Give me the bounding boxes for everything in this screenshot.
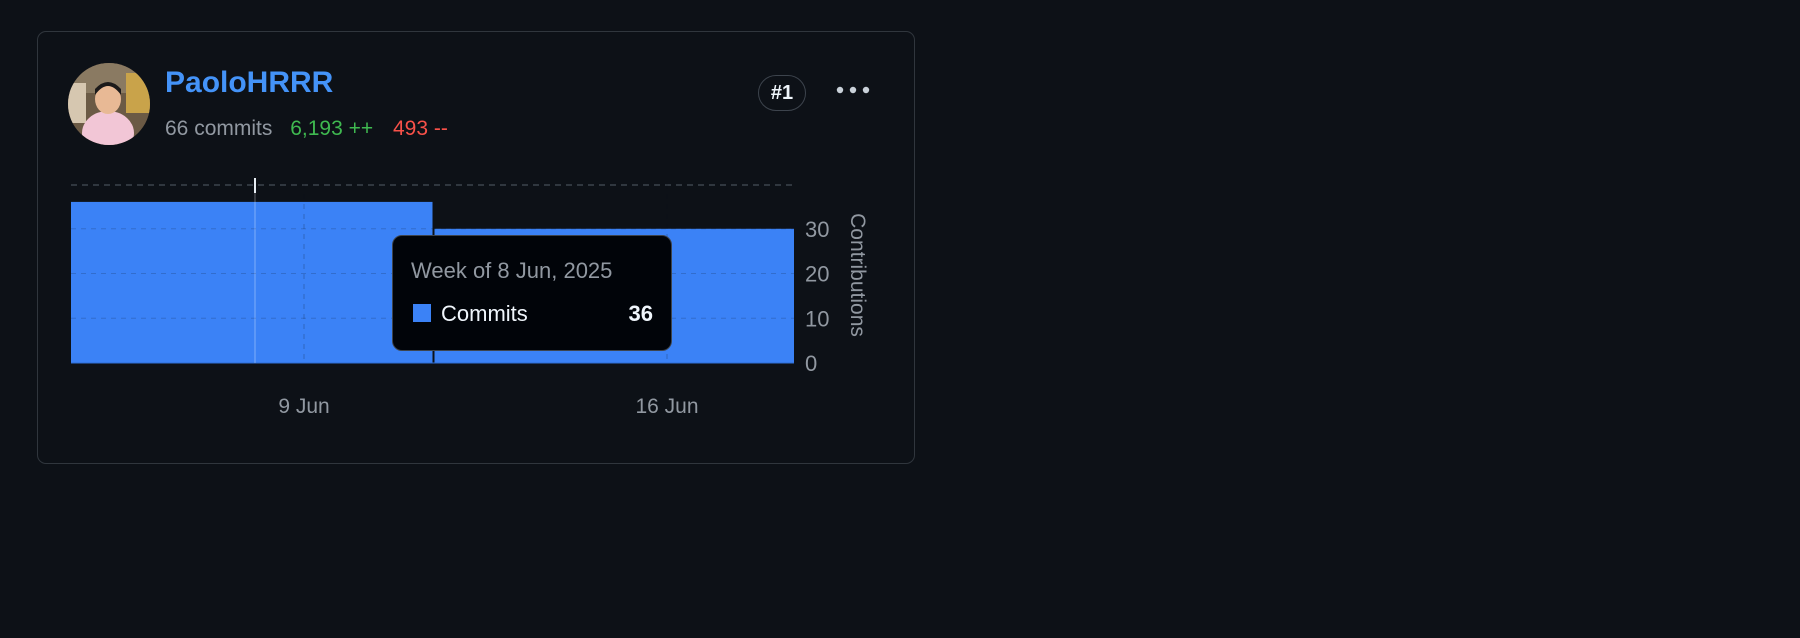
tooltip-series-swatch — [413, 304, 431, 322]
y-tick-label: 10 — [805, 306, 829, 331]
tooltip-title: Week of 8 Jun, 2025 — [411, 258, 613, 283]
y-tick-label: 30 — [805, 217, 829, 242]
x-tick-label: 16 Jun — [635, 395, 698, 418]
x-tick-label: 9 Jun — [278, 395, 329, 418]
chart-bar — [71, 201, 433, 363]
tooltip-value: 36 — [628, 301, 653, 326]
y-tick-label: 0 — [805, 351, 817, 376]
contributor-card: PaoloHRRR 66 commits 6,193 ++ 493 -- #1 … — [37, 31, 915, 464]
tooltip-series-label: Commits — [441, 301, 528, 326]
y-tick-label: 20 — [805, 262, 829, 287]
y-axis-label: Contributions — [846, 213, 869, 337]
chart-tooltip: Week of 8 Jun, 2025 Commits 36 — [392, 235, 672, 351]
